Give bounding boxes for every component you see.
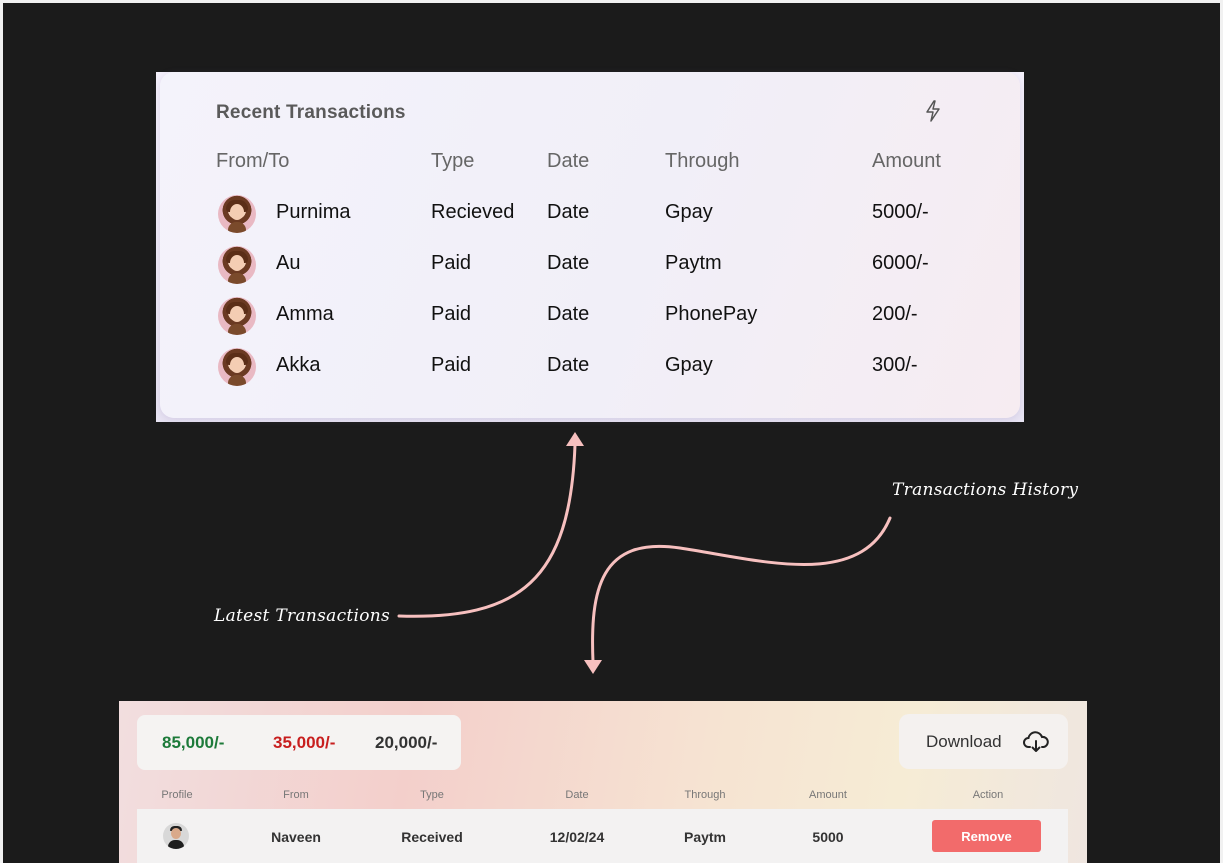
header-from: From — [283, 789, 309, 801]
history-arrowhead — [584, 660, 602, 674]
remove-button[interactable]: Remove — [932, 820, 1041, 852]
table-row: Naveen Received 12/02/24 Paytm 5000 Remo… — [137, 809, 1068, 863]
totals-summary: 85,000/- 35,000/- 20,000/- — [137, 715, 461, 770]
header-through: Through — [684, 789, 726, 801]
header-action: Action — [972, 789, 1004, 801]
download-label: Download — [926, 732, 1002, 751]
latest-arrowhead — [566, 432, 584, 446]
latest-arrow — [397, 443, 577, 618]
avatar — [163, 823, 189, 849]
transactions-history-panel: 85,000/- 35,000/- 20,000/- Download Prof… — [119, 701, 1087, 863]
history-table-header: Profile From Type Date Through Amount Ac… — [119, 789, 1087, 805]
annotation-transactions-history: Transactions History — [892, 480, 1079, 500]
row-through: Paytm — [683, 829, 727, 845]
download-button[interactable]: Download — [899, 714, 1068, 769]
row-type: Received — [401, 829, 463, 845]
total-paid: 35,000/- — [273, 733, 336, 752]
history-arrow — [591, 516, 892, 664]
annotation-latest-transactions: Latest Transactions — [214, 606, 391, 626]
header-profile: Profile — [161, 789, 193, 801]
row-amount: 5000 — [812, 829, 844, 845]
total-balance: 20,000/- — [375, 733, 438, 752]
header-type: Type — [420, 789, 444, 801]
cloud-download-icon — [1023, 731, 1049, 752]
header-amount: Amount — [809, 789, 847, 801]
total-received: 85,000/- — [162, 733, 225, 752]
header-date: Date — [565, 789, 589, 801]
row-from: Naveen — [271, 829, 321, 845]
row-date: 12/02/24 — [549, 829, 605, 845]
